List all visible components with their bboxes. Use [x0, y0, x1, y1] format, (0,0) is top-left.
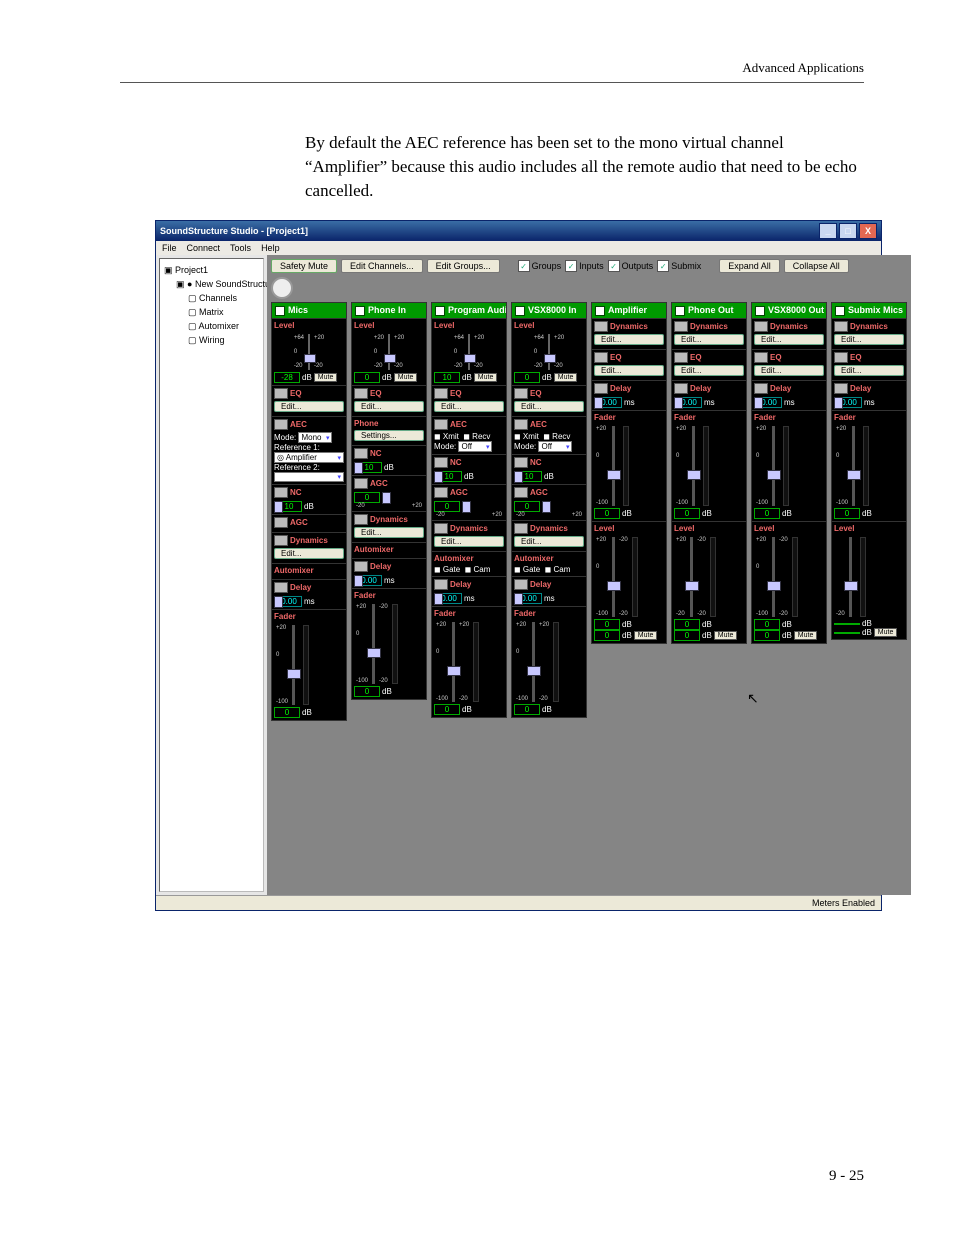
app-window: SoundStructure Studio - [Project1] _ □ X… [155, 220, 882, 911]
channel-header[interactable]: VSX8000 In [512, 303, 586, 318]
tree-device[interactable]: ▣ ● New SoundStructure [164, 277, 259, 291]
menu-help[interactable]: Help [261, 243, 280, 253]
aec-mode-select[interactable]: Mono [298, 432, 332, 443]
check-outputs[interactable]: ✓Outputs [608, 260, 654, 272]
channel-header[interactable]: Phone In [352, 303, 426, 318]
edit-button[interactable]: Edit... [514, 536, 584, 547]
mute-button[interactable]: Mute [714, 631, 738, 640]
check-groups[interactable]: ✓Groups [518, 260, 562, 272]
maximize-button[interactable]: □ [839, 223, 857, 239]
channel-strip: MicsLevel +640-20 +20-20 -28dB MuteEQEdi… [271, 302, 347, 721]
edit-button[interactable]: Edit... [274, 548, 344, 559]
safety-mute-button[interactable]: Safety Mute [271, 259, 337, 273]
edit-button[interactable]: Edit... [594, 334, 664, 345]
channel-header[interactable]: Amplifier [592, 303, 666, 318]
menu-connect[interactable]: Connect [187, 243, 221, 253]
channels-canvas: Safety Mute Edit Channels... Edit Groups… [267, 255, 911, 895]
channel-strip: Phone OutDynamicsEdit...EQEdit...Delay 0… [671, 302, 747, 644]
aec-ref2-select[interactable] [274, 472, 344, 482]
channel-header[interactable]: Submix Mics [832, 303, 906, 318]
phone-settings-button[interactable]: Settings... [354, 430, 424, 441]
edit-button[interactable]: Edit... [674, 334, 744, 345]
titlebar[interactable]: SoundStructure Studio - [Project1] _ □ X [156, 221, 881, 241]
collapse-all-button[interactable]: Collapse All [784, 259, 849, 273]
page-number: 9 - 25 [829, 1168, 864, 1185]
edit-button[interactable]: Edit... [274, 401, 344, 412]
edit-button[interactable]: Edit... [674, 365, 744, 376]
project-tree[interactable]: ▣ Project1 ▣ ● New SoundStructure ▢ Chan… [159, 258, 264, 892]
tree-channels[interactable]: ▢ Channels [164, 291, 259, 305]
title-text: SoundStructure Studio - [Project1] [160, 226, 819, 236]
mute-button[interactable]: Mute [794, 631, 818, 640]
body-paragraph: By default the AEC reference has been se… [305, 131, 864, 202]
channel-header[interactable]: Phone Out [672, 303, 746, 318]
mute-button[interactable]: Mute [634, 631, 658, 640]
menu-file[interactable]: File [162, 243, 177, 253]
channel-strip: Program AudioLevel +640-20 +20-20 10dB M… [431, 302, 507, 718]
mute-button[interactable]: Mute [394, 373, 418, 382]
menu-tools[interactable]: Tools [230, 243, 251, 253]
aec-ref1-select[interactable]: ◎ Amplifier [274, 452, 344, 463]
channel-header[interactable]: Program Audio [432, 303, 506, 318]
edit-groups-button[interactable]: Edit Groups... [427, 259, 500, 273]
tree-matrix[interactable]: ▢ Matrix [164, 305, 259, 319]
channel-header[interactable]: VSX8000 Out [752, 303, 826, 318]
channel-header[interactable]: Mics [272, 303, 346, 318]
edit-button[interactable]: Edit... [594, 365, 664, 376]
check-inputs[interactable]: ✓Inputs [565, 260, 604, 272]
channel-strip: AmplifierDynamicsEdit...EQEdit...Delay 0… [591, 302, 667, 644]
edit-button[interactable]: Edit... [354, 527, 424, 538]
edit-button[interactable]: Edit... [754, 365, 824, 376]
edit-button[interactable]: Edit... [754, 334, 824, 345]
edit-button[interactable]: Edit... [354, 401, 424, 412]
record-indicator-icon [271, 277, 293, 299]
menubar: File Connect Tools Help [156, 241, 881, 255]
channel-strip: VSX8000 OutDynamicsEdit...EQEdit...Delay… [751, 302, 827, 644]
channel-strips: MicsLevel +640-20 +20-20 -28dB MuteEQEdi… [271, 302, 907, 721]
aec-mode-select[interactable]: Off [458, 441, 492, 452]
tree-wiring[interactable]: ▢ Wiring [164, 333, 259, 347]
close-button[interactable]: X [859, 223, 877, 239]
expand-all-button[interactable]: Expand All [719, 259, 780, 273]
edit-button[interactable]: Edit... [514, 401, 584, 412]
tree-root[interactable]: ▣ Project1 [164, 263, 259, 277]
edit-button[interactable]: Edit... [834, 334, 904, 345]
channel-strip: Submix MicsDynamicsEdit...EQEdit...Delay… [831, 302, 907, 640]
mute-button[interactable]: Mute [314, 373, 338, 382]
statusbar: Meters Enabled [156, 895, 881, 910]
edit-button[interactable]: Edit... [434, 536, 504, 547]
aec-mode-select[interactable]: Off [538, 441, 572, 452]
edit-button[interactable]: Edit... [834, 365, 904, 376]
mute-button[interactable]: Mute [554, 373, 578, 382]
edit-channels-button[interactable]: Edit Channels... [341, 259, 423, 273]
check-submix[interactable]: ✓Submix [657, 260, 701, 272]
mute-button[interactable]: Mute [474, 373, 498, 382]
tree-automixer[interactable]: ▢ Automixer [164, 319, 259, 333]
running-header: Advanced Applications [120, 60, 864, 76]
header-rule [120, 82, 864, 83]
minimize-button[interactable]: _ [819, 223, 837, 239]
channel-strip: VSX8000 InLevel +640-20 +20-20 0dB MuteE… [511, 302, 587, 718]
channel-strip: Phone InLevel +200-20 +20-20 0dB MuteEQE… [351, 302, 427, 700]
mute-button[interactable]: Mute [874, 628, 898, 637]
canvas-toolbar: Safety Mute Edit Channels... Edit Groups… [271, 259, 907, 273]
edit-button[interactable]: Edit... [434, 401, 504, 412]
